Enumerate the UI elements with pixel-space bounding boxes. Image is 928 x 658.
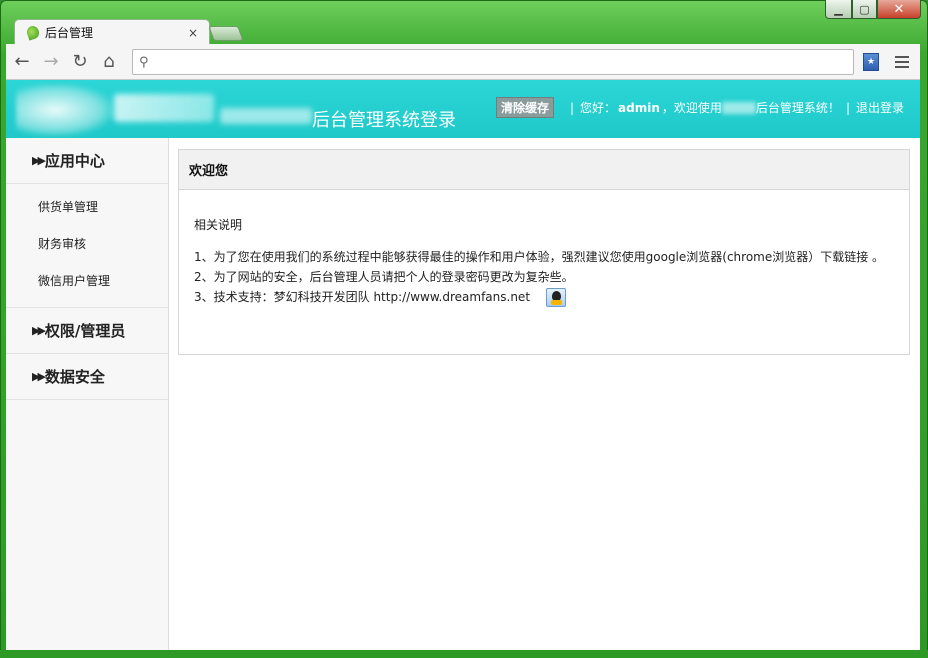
- clear-cache-button[interactable]: 清除缓存: [495, 97, 554, 118]
- qq-penguin-icon[interactable]: [545, 288, 566, 307]
- forward-arrow-icon[interactable]: →: [38, 49, 64, 75]
- header-user-bar: 清除缓存 | 您好： admin ，欢迎使用 后台管理系统！ | 退出登录: [495, 97, 904, 118]
- site-header: 后台管理系统登录 清除缓存 | 您好： admin ，欢迎使用 后台管理系统！ …: [6, 80, 920, 138]
- menu-hamburger-icon[interactable]: [893, 53, 911, 71]
- reload-icon[interactable]: ↻: [67, 49, 93, 75]
- greeting-prefix: 您好：: [580, 101, 617, 115]
- close-window-button[interactable]: ✕: [877, 0, 921, 19]
- tab-title: 后台管理: [45, 26, 94, 40]
- window-bottom-border: [0, 650, 928, 658]
- double-arrow-right-icon: ▶▶: [32, 370, 46, 383]
- description-title: 相关说明: [194, 218, 243, 232]
- tech-support-text: 3、技术支持：梦幻科技开发团队 http://www.dreamfans.net: [194, 290, 531, 304]
- sidebar-group-label: 应用中心: [44, 152, 105, 170]
- panel-body: 相关说明 1、为了您在使用我们的系统过程中能够获得最佳的操作和用户体验，强烈建议…: [179, 190, 909, 307]
- maximize-button[interactable]: ▢: [852, 0, 877, 19]
- minimize-button[interactable]: ▁: [825, 0, 852, 19]
- browser-tab-active[interactable]: 后台管理 ×: [14, 19, 210, 45]
- brand-subtitle-blurred: [220, 108, 312, 124]
- leaf-favicon-icon: [25, 24, 41, 41]
- browser-toolbar: ← → ↻ ⌂ ⚲ ★: [6, 44, 920, 80]
- page-viewport: 后台管理系统登录 清除缓存 | 您好： admin ，欢迎使用 后台管理系统！ …: [6, 80, 920, 650]
- panel-title: 欢迎您: [179, 150, 909, 190]
- back-arrow-icon[interactable]: ←: [9, 49, 35, 75]
- sidebar-group-label: 权限/管理员: [44, 322, 126, 340]
- sidebar: ▶▶ 应用中心 供货单管理 财务审核 微信用户管理 ▶▶ 权限/管理员 ▶▶ 数…: [6, 138, 169, 650]
- welcome-panel: 欢迎您 相关说明 1、为了您在使用我们的系统过程中能够获得最佳的操作和用户体验，…: [178, 149, 910, 355]
- logout-link[interactable]: 退出登录: [856, 99, 904, 116]
- system-title: 后台管理系统登录: [312, 110, 456, 131]
- sidebar-group-label: 数据安全: [44, 368, 105, 386]
- note-line-1: 1、为了您在使用我们的系统过程中能够获得最佳的操作和用户体验，强烈建议您使用go…: [194, 250, 885, 264]
- logo-image: [16, 84, 114, 136]
- sidebar-item-supply-orders[interactable]: 供货单管理: [6, 188, 168, 225]
- bookmark-extension-icon[interactable]: ★: [863, 53, 879, 71]
- double-arrow-right-icon: ▶▶: [32, 324, 46, 337]
- address-input[interactable]: [154, 51, 853, 73]
- double-arrow-right-icon: ▶▶: [32, 154, 46, 167]
- sidebar-group-data-security[interactable]: ▶▶ 数据安全: [6, 354, 168, 400]
- sidebar-item-wechat-users[interactable]: 微信用户管理: [6, 262, 168, 299]
- header-separator: |: [569, 100, 575, 115]
- note-line-2: 2、为了网站的安全，后台管理人员请把个人的登录密码更改为复杂些。: [194, 270, 574, 284]
- window-controls: ▁ ▢ ✕: [825, 0, 921, 20]
- sidebar-items-app-center: 供货单管理 财务审核 微信用户管理: [6, 184, 168, 308]
- company-name-blurred: [721, 101, 756, 114]
- welcome-suffix: 后台管理系统！: [755, 101, 840, 115]
- sidebar-group-permissions[interactable]: ▶▶ 权限/管理员: [6, 308, 168, 354]
- brand-name-blurred: [114, 94, 214, 122]
- welcome-prefix: ，欢迎使用: [661, 101, 722, 115]
- tab-close-icon[interactable]: ×: [185, 26, 201, 40]
- search-icon: ⚲: [139, 54, 149, 70]
- address-bar[interactable]: ⚲: [132, 49, 854, 75]
- home-icon[interactable]: ⌂: [96, 49, 122, 75]
- sidebar-group-app-center[interactable]: ▶▶ 应用中心: [6, 138, 168, 184]
- note-line-3: 3、技术支持：梦幻科技开发团队 http://www.dreamfans.net: [194, 287, 909, 307]
- header-separator-2: |: [845, 100, 850, 115]
- new-tab-button[interactable]: [208, 26, 244, 41]
- username: admin: [618, 100, 660, 115]
- sidebar-item-finance-audit[interactable]: 财务审核: [6, 225, 168, 262]
